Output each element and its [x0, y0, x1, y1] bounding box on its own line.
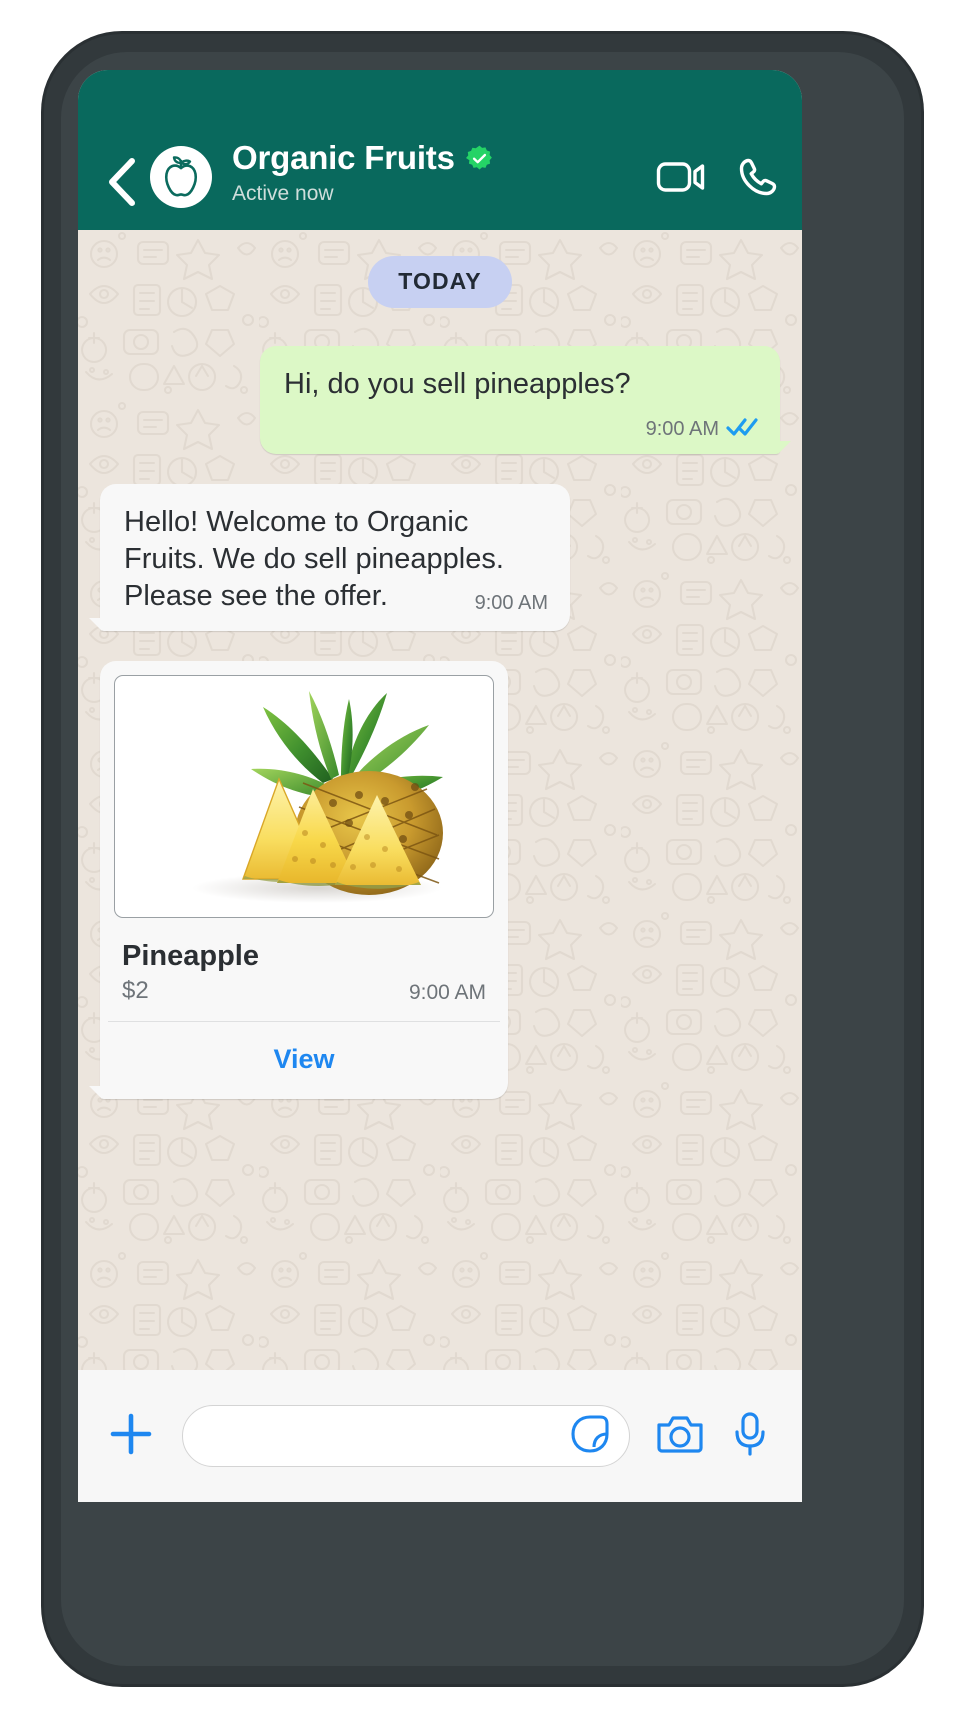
- date-divider-row: TODAY: [100, 256, 780, 308]
- message-bubble-incoming[interactable]: Hello! Welcome to Organic Fruits. We do …: [89, 484, 570, 632]
- chat-header: Organic Fruits Active now: [78, 70, 802, 230]
- product-image-frame: [114, 675, 494, 919]
- screenshot-root: Organic Fruits Active now TODAY Hi, do y…: [0, 0, 965, 1717]
- sticker-button[interactable]: [569, 1413, 611, 1460]
- message-text: Hello! Welcome to Organic Fruits. We do …: [124, 506, 504, 613]
- message-input-field[interactable]: [182, 1405, 630, 1467]
- microphone-button[interactable]: [724, 1410, 776, 1462]
- presence-status: Active now: [232, 182, 334, 205]
- message-row-product-card: Pineapple $2 9:00 AM View: [89, 661, 780, 1100]
- sticker-icon: [569, 1413, 611, 1460]
- camera-icon: [655, 1413, 705, 1460]
- message-row-incoming: Hello! Welcome to Organic Fruits. We do …: [89, 484, 780, 632]
- apple-fruit-icon: [160, 155, 202, 199]
- phone-screen: Organic Fruits Active now TODAY Hi, do y…: [78, 70, 802, 1479]
- back-button[interactable]: [100, 156, 144, 208]
- message-meta: 9:00 AM: [646, 417, 758, 442]
- date-divider-pill: TODAY: [368, 256, 512, 308]
- product-name: Pineapple: [122, 940, 259, 973]
- message-meta: 9:00 AM: [475, 592, 548, 615]
- microphone-icon: [732, 1411, 768, 1462]
- phone-icon[interactable]: [736, 155, 780, 204]
- avatar[interactable]: [150, 146, 212, 208]
- product-price-row: $2 9:00 AM: [122, 977, 486, 1005]
- message-timestamp: 9:00 AM: [474, 592, 548, 615]
- message-timestamp: 9:00 AM: [645, 418, 719, 441]
- pineapple-photo: [127, 683, 482, 911]
- camera-button[interactable]: [654, 1410, 706, 1462]
- header-text-block[interactable]: Organic Fruits Active now: [232, 139, 656, 208]
- double-check-read-icon: [726, 417, 758, 442]
- message-list[interactable]: TODAY Hi, do you sell pineapples? 9:00 A…: [78, 230, 802, 1440]
- header-actions: [656, 155, 780, 208]
- message-row-outgoing: Hi, do you sell pineapples? 9:00 AM: [100, 346, 791, 455]
- page-title: Organic Fruits: [232, 139, 455, 176]
- verified-badge-icon: [465, 145, 493, 172]
- message-text: Hi, do you sell pineapples?: [284, 368, 631, 400]
- header-title-row: Organic Fruits: [232, 139, 656, 177]
- message-input[interactable]: [207, 1422, 569, 1450]
- product-price: $2: [122, 977, 149, 1005]
- chevron-left-icon: [106, 157, 138, 207]
- message-composer: [78, 1370, 802, 1502]
- plus-icon: [107, 1410, 155, 1463]
- attach-button[interactable]: [104, 1409, 158, 1463]
- product-card[interactable]: Pineapple $2 9:00 AM View: [89, 661, 508, 1100]
- view-product-button[interactable]: View: [114, 1022, 494, 1099]
- product-info: Pineapple $2 9:00 AM: [114, 918, 494, 1021]
- message-bubble-outgoing[interactable]: Hi, do you sell pineapples? 9:00 AM: [260, 346, 791, 455]
- messages-container: TODAY Hi, do you sell pineapples? 9:00 A…: [78, 230, 802, 1149]
- message-timestamp: 9:00 AM: [408, 981, 486, 1005]
- video-camera-icon[interactable]: [656, 158, 706, 201]
